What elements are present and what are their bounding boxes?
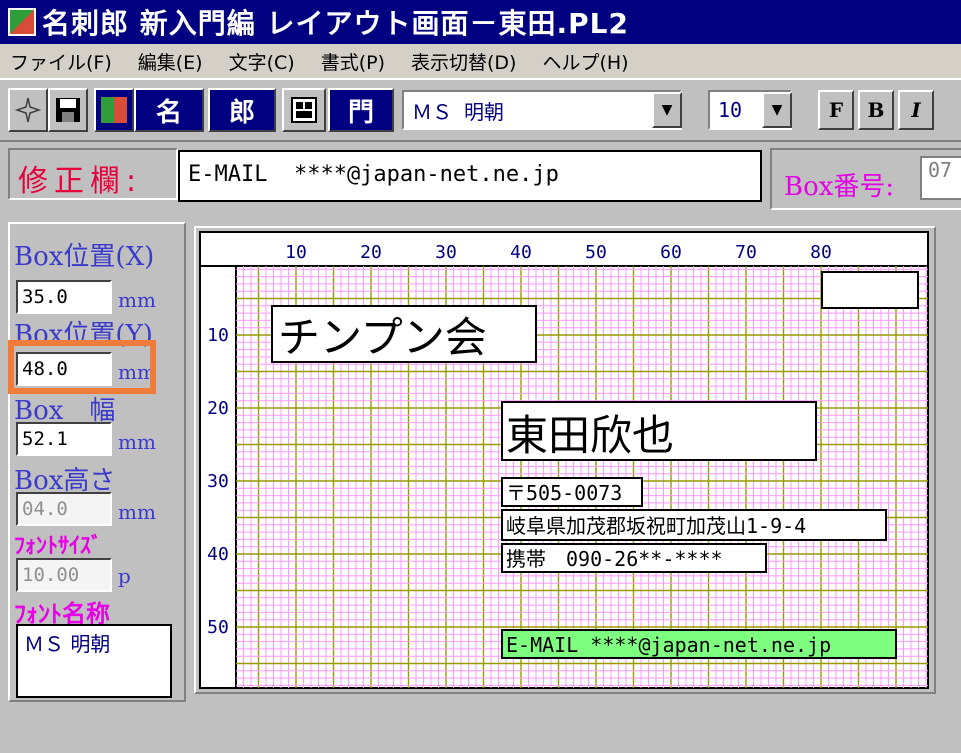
save-button[interactable] [48,88,88,132]
layout-canvas-panel: 10 20 30 40 50 60 70 80 10 20 30 40 50 チンプン会 東田欣也 〒… [194,226,936,694]
properties-panel: Box位置(X) 35.0 mm Box位置(Y) 48.0 mm Box 幅 … [8,222,186,702]
banner-label-3[interactable]: 門 [328,88,394,132]
banner-label-text-2: 郎 [228,97,255,128]
toolbar: 名 郎 門 ＭＳ 明朝 ▼ 10 ▼ F B I [0,78,961,142]
pos-y-input[interactable]: 48.0 [16,352,112,386]
font-name-field[interactable]: ＭＳ 明朝 [16,624,172,698]
height-input[interactable]: 04.0 [16,492,112,526]
edit-field[interactable]: E-MAIL ****@japan-net.ne.jp [178,150,762,202]
menu-text[interactable]: 文字(C) [229,48,295,75]
x-ruler-tick-label: 10 [285,242,307,263]
menu-edit[interactable]: 編集(E) [138,48,203,75]
pos-x-unit: mm [118,288,156,312]
menu-file[interactable]: ファイル(F) [10,48,112,75]
app-logo-icon [101,97,127,123]
logo-box[interactable] [821,271,919,309]
address-text: 岐阜県加茂郡坂祝町加茂山1-9-4 [506,514,806,538]
font-size-label: ﾌｫﾝﾄｻｲｽﾞ [14,533,103,559]
banner-label-text-3: 門 [347,97,374,128]
new-button[interactable] [8,88,48,132]
x-ruler-tick-label: 40 [510,242,532,263]
x-ruler-tick-label: 70 [735,242,757,263]
font-size-unit: p [118,564,131,588]
org-text: チンプン会 [278,313,487,362]
menu-help[interactable]: ヘルプ(H) [542,48,628,75]
edit-label: 修正欄: [18,164,143,199]
font-size-dropdown[interactable]: ▼ [762,92,792,128]
email-text: E-MAIL ****@japan-net.ne.jp [506,633,831,657]
italic-button[interactable]: I [898,90,934,130]
font-name-select[interactable]: ＭＳ 明朝 [402,90,682,130]
card-grid-icon [291,97,317,123]
box-number-label: Box番号: [784,172,895,202]
pos-x-input[interactable]: 35.0 [16,280,112,314]
x-ruler-tick-label: 80 [810,242,832,263]
floppy-disk-icon [56,98,80,122]
bold-button[interactable]: B [858,90,894,130]
banner-icon-2[interactable] [282,88,326,132]
triangle-down-icon: ▼ [661,102,673,118]
x-ruler-tick-label: 50 [585,242,607,263]
height-unit: mm [118,500,156,524]
width-unit: mm [118,430,156,454]
banner-label-2[interactable]: 郎 [208,88,276,132]
menu-view[interactable]: 表示切替(D) [411,48,516,75]
menu-format[interactable]: 書式(P) [321,48,385,75]
postal-text: 〒505-0073 [506,481,622,505]
font-size-input[interactable]: 10.00 [16,558,112,592]
banner-label-1[interactable]: 名 [134,88,204,132]
y-ruler-tick-label: 20 [207,398,229,419]
y-ruler-tick-label: 50 [207,617,229,638]
pos-x-label: Box位置(X) [14,242,155,272]
y-ruler-tick-label: 40 [207,544,229,565]
name-text: 東田欣也 [506,411,674,460]
x-ruler-tick-label: 30 [435,242,457,263]
banner-label-text-1: 名 [155,97,182,128]
layout-canvas[interactable]: 10 20 30 40 50 60 70 80 10 20 30 40 50 チンプン会 東田欣也 〒… [196,228,934,692]
mobile-text: 携帯 090-26**-**** [506,547,723,571]
title-bar: 名刺郎 新入門編 レイアウト画面－東田.PL2 [0,0,961,44]
window-title: 名刺郎 新入門編 レイアウト画面－東田.PL2 [42,7,629,40]
box-number-input[interactable]: 07 [920,156,961,200]
pos-y-label: Box位置(Y) [14,320,153,350]
font-f-button[interactable]: F [818,90,854,130]
y-ruler-tick-label: 10 [207,325,229,346]
y-ruler-tick-label: 30 [207,471,229,492]
banner-icon-1[interactable] [94,88,134,132]
font-name-dropdown[interactable]: ▼ [652,92,682,128]
app-icon [8,8,36,36]
sparkle-icon [14,97,42,123]
triangle-down-icon: ▼ [771,102,783,118]
x-ruler-tick-label: 60 [660,242,682,263]
x-ruler-tick-label: 20 [360,242,382,263]
width-input[interactable]: 52.1 [16,422,112,456]
status-area [0,702,961,753]
pos-y-unit: mm [118,360,156,384]
menu-bar: ファイル(F) 編集(E) 文字(C) 書式(P) 表示切替(D) ヘルプ(H) [0,44,961,78]
edit-row: 修正欄: E-MAIL ****@japan-net.ne.jp Box番号: … [0,142,961,222]
